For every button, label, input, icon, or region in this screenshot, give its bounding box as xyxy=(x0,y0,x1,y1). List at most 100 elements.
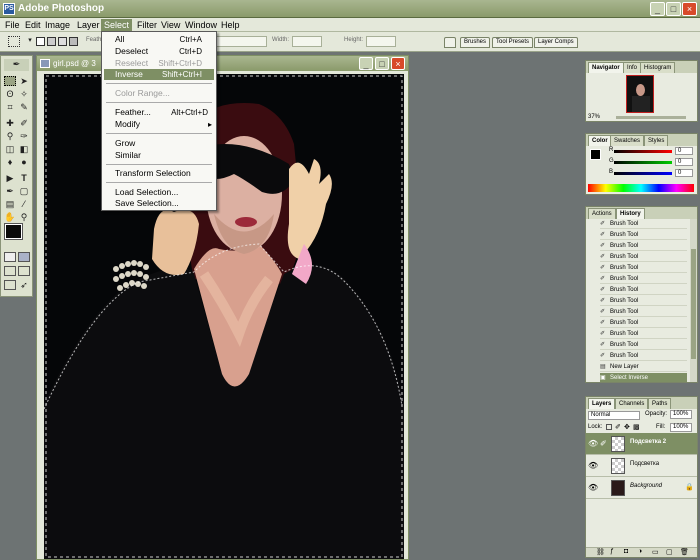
tab-navigator[interactable]: Navigator xyxy=(588,62,624,73)
tab-history[interactable]: History xyxy=(616,208,645,219)
palette-well-icon[interactable] xyxy=(444,37,456,48)
feather-logo-icon[interactable]: ✒ xyxy=(4,59,29,71)
shape-tool-icon[interactable]: ▢ xyxy=(18,186,30,196)
history-row-selected[interactable]: ▣ Select Inverse xyxy=(600,373,687,382)
healing-brush-icon[interactable]: ✚ xyxy=(4,118,16,128)
zoom-slider[interactable] xyxy=(616,116,686,119)
tab-channels[interactable]: Channels xyxy=(615,398,649,409)
color-ramp[interactable] xyxy=(588,184,694,192)
navigator-thumbnail[interactable] xyxy=(626,75,654,113)
menu-item-similar[interactable]: Similar xyxy=(115,150,141,161)
screen-mode-full-icon[interactable] xyxy=(18,266,30,276)
tab-brushes[interactable]: Brushes xyxy=(460,37,491,48)
blue-slider[interactable] xyxy=(614,172,672,175)
new-selection-icon[interactable] xyxy=(36,37,45,46)
blur-tool-icon[interactable]: ♦ xyxy=(4,157,16,167)
link-layers-icon[interactable]: ⛓ xyxy=(596,548,605,556)
menu-item-inverse[interactable]: Inverse xyxy=(115,69,143,80)
tab-actions[interactable]: Actions xyxy=(588,208,616,219)
width-field[interactable] xyxy=(292,36,322,47)
history-scrollbar[interactable] xyxy=(690,219,697,382)
foreground-color-swatch[interactable] xyxy=(4,223,23,240)
history-row[interactable]: ✐ Brush Tool xyxy=(600,285,687,295)
lock-move-icon[interactable]: ✥ xyxy=(624,423,630,431)
style-select[interactable] xyxy=(215,36,267,47)
zoom-level[interactable]: 37% xyxy=(588,114,600,120)
menu-help[interactable]: Help xyxy=(218,19,243,31)
history-row[interactable]: ✐ Brush Tool xyxy=(600,351,687,361)
history-row[interactable]: ✐ Brush Tool xyxy=(600,230,687,240)
menu-view[interactable]: View xyxy=(158,19,183,31)
brush-tool-icon[interactable]: ✐ xyxy=(18,118,30,128)
tab-styles[interactable]: Styles xyxy=(644,135,669,146)
layer-row[interactable]: 👁 Подсветка xyxy=(586,455,697,477)
gradient-tool-icon[interactable]: ◧ xyxy=(18,144,30,154)
menu-item-grow[interactable]: Grow xyxy=(115,138,135,149)
menu-item-save-selection[interactable]: Save Selection... xyxy=(115,198,179,209)
menu-item-color-range[interactable]: Color Range... xyxy=(115,88,170,99)
dodge-tool-icon[interactable]: ● xyxy=(18,157,30,167)
slice-tool-icon[interactable]: ✎ xyxy=(18,102,30,112)
eyedropper-icon[interactable]: ⁄ xyxy=(18,199,30,209)
pen-tool-icon[interactable]: ✒ xyxy=(4,186,16,196)
menu-item-all[interactable]: All xyxy=(115,34,124,45)
tab-layer-comps[interactable]: Layer Comps xyxy=(534,37,578,48)
notes-tool-icon[interactable]: ▤ xyxy=(4,199,16,209)
intersect-selection-icon[interactable] xyxy=(69,37,78,46)
type-tool-icon[interactable]: T xyxy=(18,173,30,183)
menu-filter[interactable]: Filter xyxy=(134,19,160,31)
screen-mode-black-icon[interactable] xyxy=(4,280,16,290)
zoom-tool-icon[interactable]: ⚲ xyxy=(18,212,30,222)
fg-color-chip[interactable] xyxy=(590,149,601,160)
menu-select[interactable]: Select xyxy=(101,19,133,31)
red-slider[interactable] xyxy=(614,150,672,153)
menu-layer[interactable]: Layer xyxy=(74,19,103,31)
history-row[interactable]: ✐ Brush Tool xyxy=(600,307,687,317)
hand-tool-icon[interactable]: ✋ xyxy=(4,212,16,222)
doc-close-button[interactable]: × xyxy=(391,57,405,70)
menu-image[interactable]: Image xyxy=(42,19,73,31)
tab-layers[interactable]: Layers xyxy=(588,398,616,409)
blend-mode-select[interactable]: Normal xyxy=(588,411,640,420)
opacity-field[interactable]: 100% xyxy=(670,410,692,419)
screen-mode-standard-icon[interactable] xyxy=(4,266,16,276)
move-tool-icon[interactable]: ➤ xyxy=(18,76,30,86)
lock-all-icon[interactable]: ▩ xyxy=(633,423,640,431)
green-slider[interactable] xyxy=(614,161,672,164)
marquee-tool-icon[interactable] xyxy=(4,76,16,86)
lock-transparency-icon[interactable] xyxy=(606,424,612,430)
eye-icon[interactable]: 👁 xyxy=(588,461,598,470)
history-row[interactable]: ▤ New Layer xyxy=(600,362,687,372)
history-row[interactable]: ✐ Brush Tool xyxy=(600,296,687,306)
doc-minimize-button[interactable]: _ xyxy=(359,57,373,70)
layer-row[interactable]: 👁 Background 🔒 xyxy=(586,477,697,499)
history-brush-icon[interactable]: ✑ xyxy=(18,131,30,141)
height-field[interactable] xyxy=(366,36,396,47)
eraser-tool-icon[interactable]: ◫ xyxy=(4,144,16,154)
eye-icon[interactable]: 👁 xyxy=(588,439,598,448)
menu-item-reselect[interactable]: Reselect xyxy=(115,58,148,69)
stamp-tool-icon[interactable]: ⚲ xyxy=(4,131,16,141)
tab-swatches[interactable]: Swatches xyxy=(610,135,645,146)
history-row[interactable]: ✐ Brush Tool xyxy=(600,318,687,328)
dropdown-arrow-icon[interactable]: ▾ xyxy=(24,36,36,46)
fill-field[interactable]: 100% xyxy=(670,423,692,432)
lasso-tool-icon[interactable]: ʘ xyxy=(4,89,16,99)
history-row[interactable]: ✐ Brush Tool xyxy=(600,340,687,350)
tab-tool-presets[interactable]: Tool Presets xyxy=(492,37,534,48)
tab-histogram[interactable]: Histogram xyxy=(640,62,676,73)
menu-item-load-selection[interactable]: Load Selection... xyxy=(115,187,178,198)
history-row[interactable]: ✐ Brush Tool xyxy=(600,219,687,229)
menu-window[interactable]: Window xyxy=(182,19,220,31)
crop-tool-icon[interactable]: ⌗ xyxy=(4,102,16,112)
layer-style-icon[interactable]: ƒ xyxy=(610,548,614,555)
close-button[interactable]: × xyxy=(682,2,697,16)
doc-maximize-button[interactable]: □ xyxy=(375,57,389,70)
new-group-icon[interactable]: ▭ xyxy=(652,548,659,556)
image-canvas[interactable] xyxy=(44,74,404,559)
tab-color[interactable]: Color xyxy=(588,135,612,146)
standard-mode-icon[interactable] xyxy=(4,252,16,262)
green-value[interactable]: 0 xyxy=(675,158,693,166)
red-value[interactable]: 0 xyxy=(675,147,693,155)
menu-file[interactable]: File xyxy=(2,19,23,31)
